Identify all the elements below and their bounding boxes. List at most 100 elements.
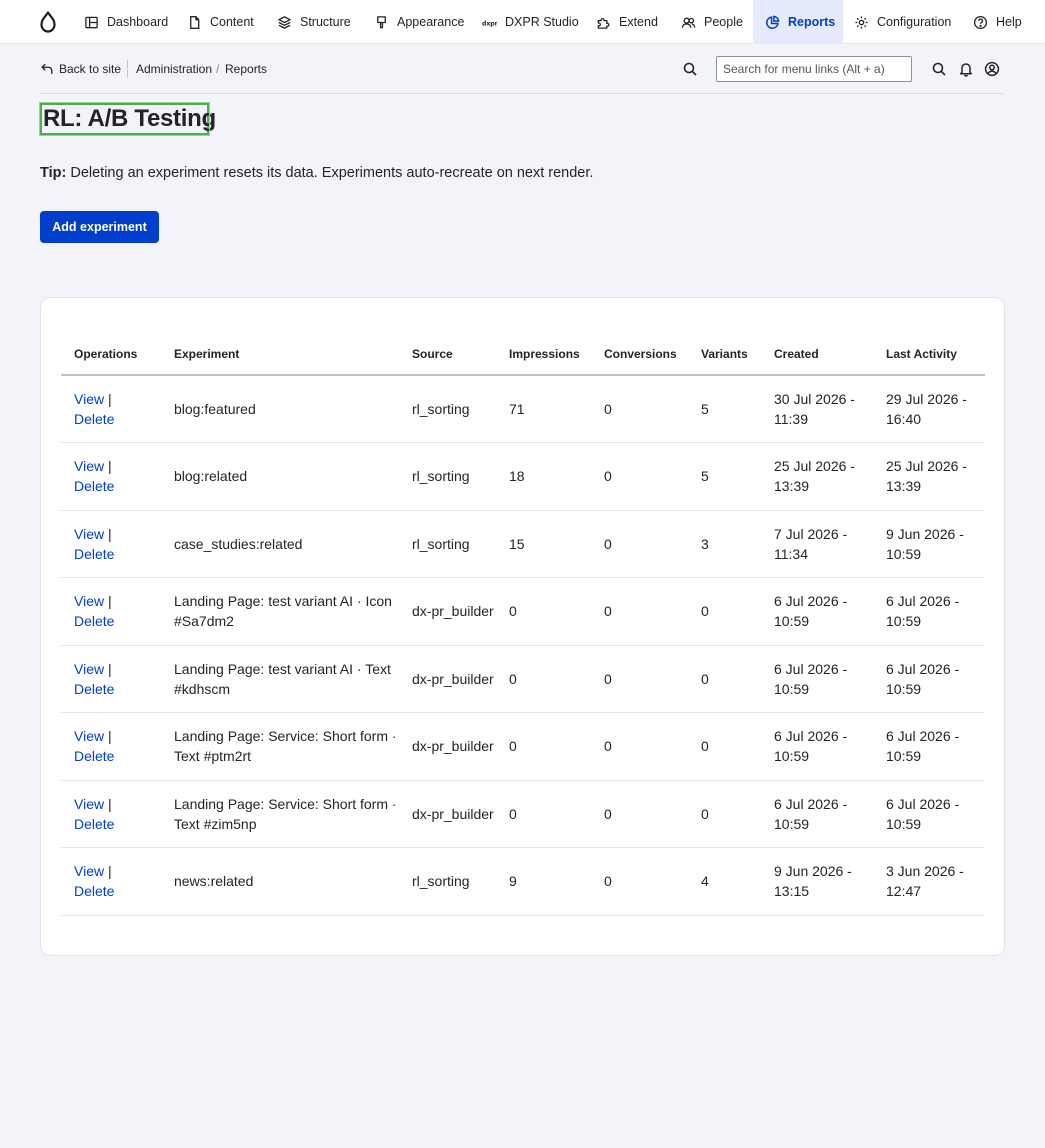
variants-cell: 0 xyxy=(688,780,761,848)
delete-link[interactable]: Delete xyxy=(74,816,114,832)
delete-link[interactable]: Delete xyxy=(74,748,114,764)
delete-link[interactable]: Delete xyxy=(74,411,114,427)
variants-cell: 4 xyxy=(688,847,761,916)
table-row: View | Delete Landing Page: test variant… xyxy=(61,645,985,713)
user-account-icon[interactable] xyxy=(984,61,1000,77)
experiment-cell: case_studies:related xyxy=(161,510,399,578)
delete-link[interactable]: Delete xyxy=(74,546,114,562)
people-icon xyxy=(681,17,696,28)
impressions-cell: 15 xyxy=(496,510,591,578)
tip-text: Deleting an experiment resets its data. … xyxy=(70,165,594,181)
last-activity-cell: 6 Jul 2026 - 10:59 xyxy=(873,712,985,781)
variants-cell: 5 xyxy=(688,375,761,443)
operations-separator: | xyxy=(107,795,112,812)
toolbar-dxpr-studio-label: DXPR Studio xyxy=(505,15,579,29)
toolbar-dashboard-label: Dashboard xyxy=(107,15,169,29)
source-cell: dx-pr_builder xyxy=(399,577,496,646)
breadcrumb-reports[interactable]: Reports xyxy=(225,62,267,76)
toolbar-help[interactable]: Help xyxy=(973,0,1022,44)
column-header-experiment: Experiment xyxy=(161,333,399,376)
delete-link[interactable]: Delete xyxy=(74,613,114,629)
variants-cell: 5 xyxy=(688,442,761,511)
toolbar-appearance[interactable]: Appearance xyxy=(374,0,464,44)
toolbar-extend-label: Extend xyxy=(619,15,658,29)
toolbar-people[interactable]: People xyxy=(681,0,743,44)
view-link[interactable]: View xyxy=(74,796,104,812)
add-experiment-button[interactable]: Add experiment xyxy=(40,211,159,243)
operations-cell: View | Delete xyxy=(61,577,161,646)
drupal-logo-icon[interactable] xyxy=(36,10,60,34)
toolbar-dashboard[interactable]: Dashboard xyxy=(84,0,168,44)
menu-search-input[interactable] xyxy=(716,56,912,82)
toolbar-structure[interactable]: Structure xyxy=(277,0,351,44)
operations-separator: | xyxy=(107,728,112,745)
view-link[interactable]: View xyxy=(74,863,104,879)
document-icon xyxy=(190,15,200,29)
experiments-table-wrapper: Operations Experiment Source Impressions… xyxy=(61,312,986,937)
impressions-cell: 0 xyxy=(496,712,591,781)
toolbar-configuration[interactable]: Configuration xyxy=(854,0,951,44)
table-row: View | Delete Landing Page: Service: Sho… xyxy=(61,780,985,848)
view-link[interactable]: View xyxy=(74,728,104,744)
created-cell: 6 Jul 2026 - 10:59 xyxy=(761,577,873,646)
delete-link[interactable]: Delete xyxy=(74,478,114,494)
last-activity-cell: 6 Jul 2026 - 10:59 xyxy=(873,780,985,848)
dashboard-icon xyxy=(85,16,98,28)
bell-icon[interactable] xyxy=(958,61,974,77)
experiment-cell: blog:related xyxy=(161,442,399,511)
experiment-cell: Landing Page: Service: Short form · Text… xyxy=(161,712,399,781)
experiment-cell: Landing Page: test variant AI · Icon #Sa… xyxy=(161,577,399,646)
table-row: View | Delete case_studies:related rl_so… xyxy=(61,510,985,578)
operations-cell: View | Delete xyxy=(61,442,161,511)
toolbar-extend[interactable]: Extend xyxy=(596,0,658,44)
pie-chart-icon xyxy=(766,15,780,29)
conversions-cell: 0 xyxy=(591,375,688,443)
conversions-cell: 0 xyxy=(591,577,688,646)
created-cell: 6 Jul 2026 - 10:59 xyxy=(761,712,873,781)
table-row: View | Delete blog:related rl_sorting 18… xyxy=(61,442,985,511)
view-link[interactable]: View xyxy=(74,391,104,407)
admin-bar: Back to site Administration / Reports xyxy=(40,44,1005,94)
toolbar-reports[interactable]: Reports xyxy=(753,0,843,44)
toolbar-content-label: Content xyxy=(210,15,254,29)
tip-label: Tip: xyxy=(40,165,67,181)
delete-link[interactable]: Delete xyxy=(74,883,114,899)
created-cell: 6 Jul 2026 - 10:59 xyxy=(761,780,873,848)
impressions-cell: 18 xyxy=(496,442,591,511)
operations-cell: View | Delete xyxy=(61,510,161,578)
column-header-conversions: Conversions xyxy=(591,333,688,376)
conversions-cell: 0 xyxy=(591,510,688,578)
operations-cell: View | Delete xyxy=(61,375,161,443)
experiment-cell: Landing Page: Service: Short form · Text… xyxy=(161,780,399,848)
toolbar-dxpr-studio[interactable]: dxpr DXPR Studio xyxy=(482,0,579,44)
conversions-cell: 0 xyxy=(591,780,688,848)
view-link[interactable]: View xyxy=(74,526,104,542)
last-activity-cell: 6 Jul 2026 - 10:59 xyxy=(873,577,985,646)
layers-icon xyxy=(278,15,291,29)
conversions-cell: 0 xyxy=(591,712,688,781)
operations-cell: View | Delete xyxy=(61,847,161,916)
column-header-source: Source xyxy=(399,333,496,376)
view-link[interactable]: View xyxy=(74,661,104,677)
breadcrumb-administration[interactable]: Administration xyxy=(136,62,212,76)
back-to-site-link[interactable]: Back to site xyxy=(40,61,121,77)
back-to-site-label: Back to site xyxy=(59,62,122,76)
source-cell: rl_sorting xyxy=(399,375,496,443)
last-activity-cell: 9 Jun 2026 - 10:59 xyxy=(873,510,985,578)
search-icon[interactable] xyxy=(931,61,947,77)
variants-cell: 0 xyxy=(688,712,761,781)
operations-separator: | xyxy=(107,660,112,677)
toolbar-content[interactable]: Content xyxy=(187,0,254,44)
toolbar-configuration-label: Configuration xyxy=(877,15,952,29)
last-activity-cell: 6 Jul 2026 - 10:59 xyxy=(873,645,985,713)
conversions-cell: 0 xyxy=(591,442,688,511)
search-icon[interactable] xyxy=(682,61,698,77)
table-row: View | Delete news:related rl_sorting 9 … xyxy=(61,847,985,916)
view-link[interactable]: View xyxy=(74,458,104,474)
conversions-cell: 0 xyxy=(591,645,688,713)
delete-link[interactable]: Delete xyxy=(74,681,114,697)
created-cell: 7 Jul 2026 - 11:34 xyxy=(761,510,873,578)
svg-text:dxpr: dxpr xyxy=(482,20,497,27)
breadcrumb-separator: / xyxy=(216,62,220,76)
view-link[interactable]: View xyxy=(74,593,104,609)
